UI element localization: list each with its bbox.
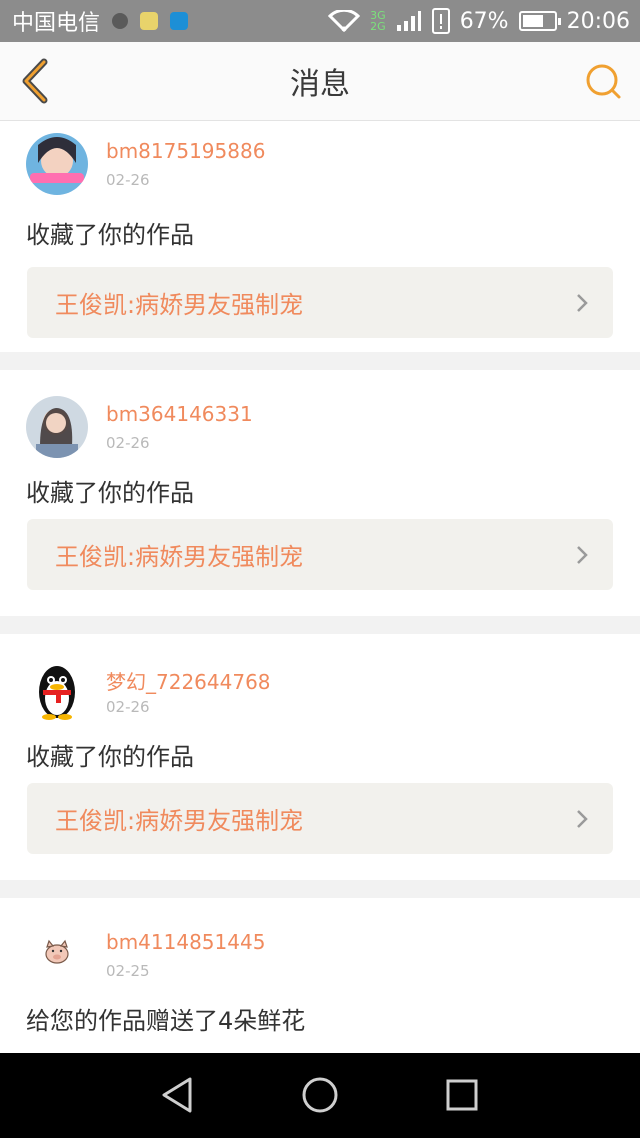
- home-nav-button[interactable]: [300, 1075, 340, 1115]
- signal-icon: [396, 11, 421, 31]
- sim-notification-icon: [170, 12, 189, 30]
- message-header: bm364146331 02-26: [0, 370, 640, 467]
- penguin-icon: [26, 660, 88, 722]
- user-name[interactable]: 梦幻_722644768: [106, 666, 271, 695]
- message-header: bm8175195886 02-26: [0, 121, 640, 203]
- message-card: bm8175195886 02-26 收藏了你的作品 王俊凯:病娇男友强制宠: [0, 121, 640, 352]
- app-notification-icon: [140, 12, 159, 30]
- square-recents-icon: [446, 1079, 478, 1111]
- network-type: 3G 2G: [370, 10, 386, 32]
- work-title: 王俊凯:病娇男友强制宠: [55, 291, 304, 319]
- work-title: 王俊凯:病娇男友强制宠: [55, 807, 304, 835]
- work-link[interactable]: 王俊凯:病娇男友强制宠: [27, 519, 613, 590]
- avatar[interactable]: [26, 924, 88, 986]
- message-list[interactable]: bm8175195886 02-26 收藏了你的作品 王俊凯:病娇男友强制宠 b…: [0, 121, 640, 1053]
- top-app-bar: 消息: [0, 42, 640, 121]
- carrier-label: 中国电信: [12, 11, 101, 36]
- avatar[interactable]: [26, 660, 88, 722]
- message-date: 02-26: [106, 171, 150, 189]
- chevron-right-icon: [577, 810, 588, 828]
- back-button[interactable]: [16, 58, 56, 104]
- message-card: bm4114851445 02-25 给您的作品赠送了4朵鲜花: [0, 898, 640, 1053]
- message-card: bm364146331 02-26 收藏了你的作品 王俊凯:病娇男友强制宠: [0, 370, 640, 616]
- message-card: 梦幻_722644768 02-26 收藏了你的作品 王俊凯:病娇男友强制宠: [0, 634, 640, 880]
- wifi-icon: [328, 10, 361, 32]
- message-date: 02-26: [106, 434, 150, 452]
- message-date: 02-26: [106, 698, 150, 716]
- recents-nav-button[interactable]: [442, 1075, 482, 1115]
- avatar[interactable]: [26, 133, 88, 195]
- work-link[interactable]: 王俊凯:病娇男友强制宠: [27, 267, 613, 338]
- message-text: 收藏了你的作品: [26, 221, 194, 249]
- page-title: 消息: [290, 67, 350, 102]
- battery-percent: 67%: [459, 8, 509, 34]
- triangle-back-icon: [162, 1077, 192, 1113]
- search-icon: [586, 64, 621, 99]
- message-text: 收藏了你的作品: [26, 743, 194, 771]
- message-text: 收藏了你的作品: [26, 479, 194, 507]
- user-name[interactable]: bm8175195886: [106, 139, 265, 163]
- message-date: 02-25: [106, 962, 150, 980]
- message-text: 给您的作品赠送了4朵鲜花: [26, 1007, 306, 1035]
- notification-icon: [112, 13, 129, 29]
- user-name[interactable]: bm4114851445: [106, 930, 265, 954]
- sim-alert-icon: [431, 8, 450, 34]
- message-header: 梦幻_722644768 02-26: [0, 634, 640, 731]
- chevron-left-icon: [22, 58, 48, 104]
- chevron-right-icon: [577, 294, 588, 312]
- back-nav-button[interactable]: [158, 1075, 198, 1115]
- status-bar: 中国电信 3G 2G 67% 20:06: [0, 0, 640, 42]
- clock: 20:06: [566, 8, 630, 34]
- chevron-right-icon: [577, 546, 588, 564]
- system-navigation-bar: [0, 1053, 640, 1138]
- battery-icon: [518, 11, 561, 31]
- circle-home-icon: [302, 1077, 338, 1113]
- network-2g-label: 2G: [370, 20, 386, 33]
- avatar[interactable]: [26, 396, 88, 458]
- work-title: 王俊凯:病娇男友强制宠: [55, 543, 304, 571]
- pig-icon: [26, 924, 88, 986]
- battery-fill: [522, 15, 543, 27]
- work-link[interactable]: 王俊凯:病娇男友强制宠: [27, 783, 613, 854]
- user-name[interactable]: bm364146331: [106, 402, 253, 426]
- message-header: bm4114851445 02-25: [0, 898, 640, 995]
- search-button[interactable]: [584, 62, 624, 102]
